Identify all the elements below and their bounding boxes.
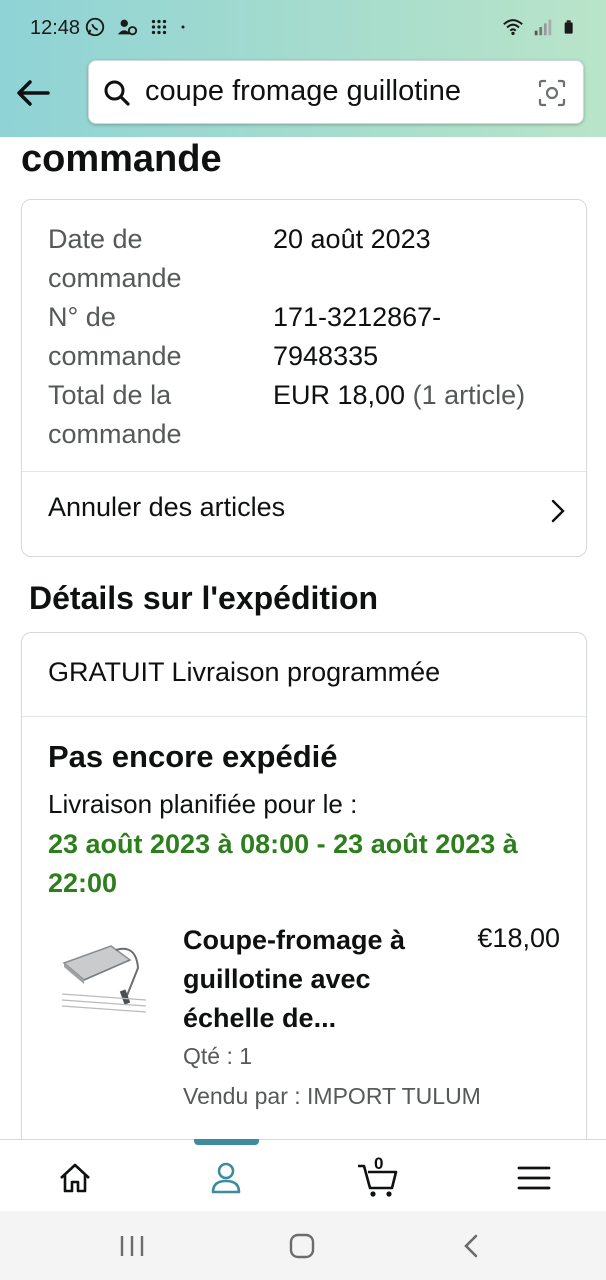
app-header: 12:48 coupe fromage guillotine <box>0 0 606 137</box>
search-bar[interactable]: coupe fromage guillotine <box>88 60 584 124</box>
contact-sync-icon <box>117 19 138 36</box>
grid-dots-icon <box>151 19 167 35</box>
planned-delivery-label: Livraison planifiée pour le : <box>48 789 358 819</box>
page-title: commande <box>21 138 222 180</box>
bottom-nav: 0 <box>0 1139 606 1211</box>
product-title[interactable]: Coupe-fromage à guillotine avec échelle … <box>183 921 453 1038</box>
cart-count-badge: 0 <box>374 1154 384 1173</box>
home-icon[interactable] <box>55 1158 95 1198</box>
cancel-items-label[interactable]: Annuler des articles <box>48 492 285 523</box>
divider <box>22 471 586 472</box>
camera-search-icon[interactable] <box>537 78 567 108</box>
back-arrow-icon[interactable] <box>14 74 52 112</box>
order-number-value: 171-3212867- 7948335 <box>273 302 442 371</box>
order-date-value: 20 août 2023 <box>273 224 431 254</box>
planned-delivery-dates: 23 août 2023 à 08:00 - 23 août 2023 à 22… <box>48 829 518 898</box>
wifi-icon <box>503 19 523 36</box>
menu-icon[interactable] <box>514 1158 554 1198</box>
status-bar: 12:48 <box>0 0 606 58</box>
order-number-label: N° de commande <box>48 302 182 371</box>
product-seller: Vendu par : IMPORT TULUM <box>183 1083 481 1109</box>
order-total-value: EUR 18,00 (1 article) <box>273 380 526 410</box>
search-icon <box>104 80 130 106</box>
order-total-label: Total de la commande <box>48 380 182 449</box>
search-input[interactable]: coupe fromage guillotine <box>145 75 461 108</box>
profile-icon[interactable] <box>206 1158 246 1198</box>
home-button-icon[interactable] <box>287 1233 317 1259</box>
status-time: 12:48 <box>30 17 81 39</box>
whatsapp-icon <box>85 17 105 37</box>
shipment-status: Pas encore expédié <box>48 739 338 774</box>
recent-apps-icon[interactable] <box>117 1233 147 1259</box>
notification-dot-icon <box>181 25 185 29</box>
chevron-right-icon[interactable] <box>550 498 566 524</box>
system-back-icon[interactable] <box>457 1233 487 1259</box>
signal-icon <box>534 19 552 36</box>
shipping-method: GRATUIT Livraison programmée <box>48 657 441 687</box>
divider <box>22 716 586 717</box>
order-summary-card: Date de commande 20 août 2023 N° de comm… <box>21 199 587 557</box>
product-price: €18,00 <box>477 923 560 953</box>
shipping-section-title: Détails sur l'expédition <box>29 580 379 616</box>
product-image[interactable] <box>56 938 156 1018</box>
order-date-label: Date de commande <box>48 224 182 293</box>
shipment-card: GRATUIT Livraison programmée Pas encore … <box>21 632 587 1152</box>
system-nav-bar <box>0 1211 606 1280</box>
active-tab-indicator <box>194 1139 259 1145</box>
battery-icon <box>564 20 573 34</box>
product-quantity: Qté : 1 <box>183 1043 253 1069</box>
